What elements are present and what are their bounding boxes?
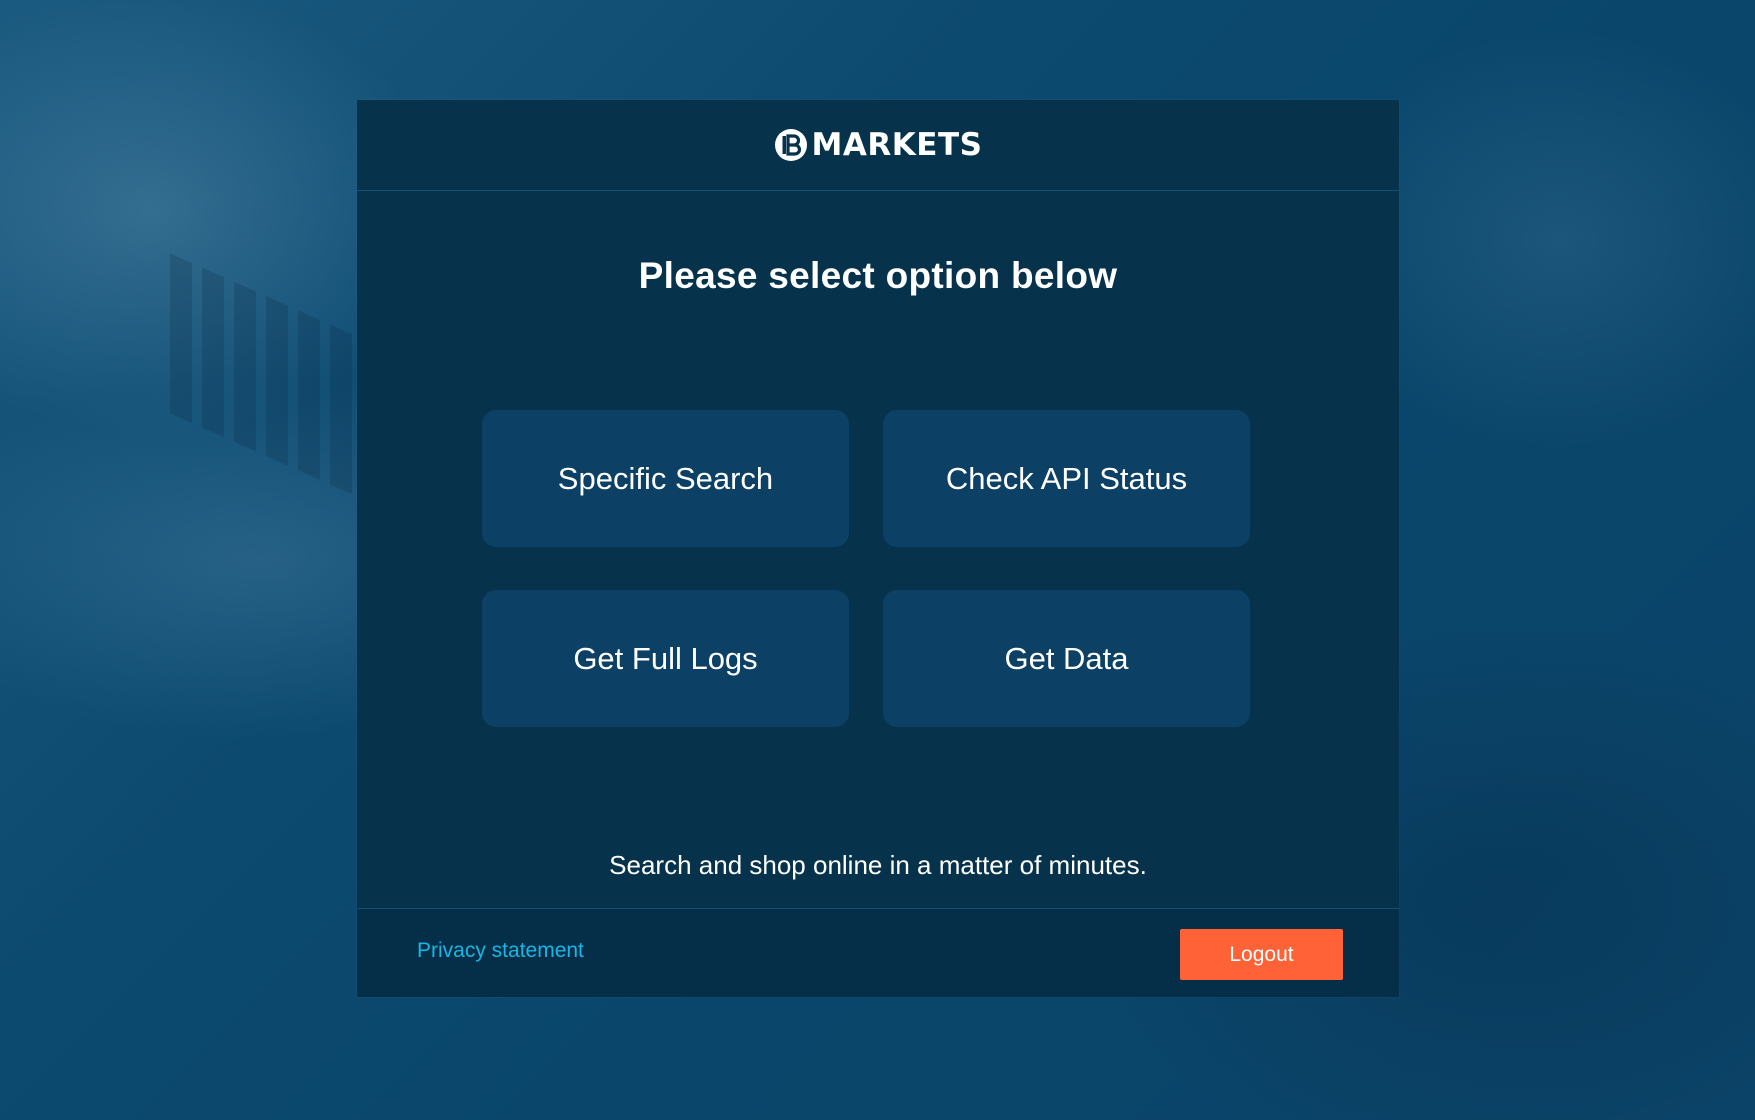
check-api-status-button[interactable]: Check API Status bbox=[883, 410, 1250, 547]
options-grid: Specific Search Check API Status Get Ful… bbox=[482, 410, 1250, 727]
brand-logo[interactable]: MARKETS bbox=[774, 127, 983, 163]
logout-button[interactable]: Logout bbox=[1180, 929, 1343, 980]
get-data-button[interactable]: Get Data bbox=[883, 590, 1250, 727]
tagline: Search and shop online in a matter of mi… bbox=[609, 850, 1147, 880]
card-footer: Privacy statement Logout bbox=[357, 908, 1399, 997]
get-full-logs-button[interactable]: Get Full Logs bbox=[482, 590, 849, 727]
page-title: Please select option below bbox=[638, 255, 1118, 296]
background-laptop-keyboard bbox=[170, 253, 380, 507]
card-header: MARKETS bbox=[357, 100, 1399, 191]
ib-circle-logo-icon bbox=[774, 129, 807, 161]
brand-name: MARKETS bbox=[811, 127, 983, 163]
specific-search-button[interactable]: Specific Search bbox=[482, 410, 849, 547]
main-card: MARKETS Please select option below Speci… bbox=[357, 100, 1399, 997]
privacy-statement-link[interactable]: Privacy statement bbox=[417, 939, 584, 963]
